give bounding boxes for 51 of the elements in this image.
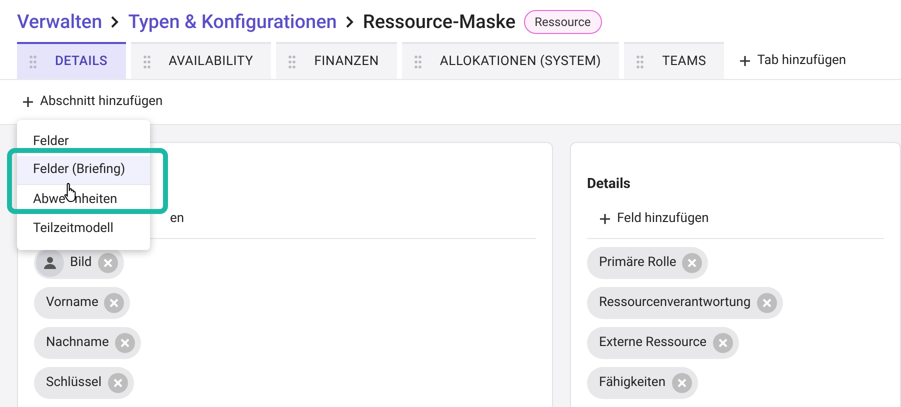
breadcrumb-link[interactable]: Verwalten [17,8,102,36]
tab[interactable]: ALLOKATIONEN (SYSTEM) [402,42,620,79]
person-icon [36,249,64,277]
menu-item[interactable]: Teilzeitmodell [17,214,150,243]
remove-icon[interactable] [114,333,135,353]
add-section-button[interactable]: Abschnitt hinzufügen [22,92,163,112]
remove-icon[interactable] [682,253,702,273]
tab[interactable]: TEAMS [624,42,724,79]
page-title: Ressource-Maske [362,8,516,35]
plus-icon [599,212,611,224]
tab[interactable]: FINANZEN [276,42,397,79]
field-label: Externe Ressource [599,334,707,352]
field-label: Primäre Rolle [599,254,676,272]
field-chip[interactable]: Schlüssel [34,367,134,399]
field-label: Bild [70,254,92,272]
breadcrumb-link[interactable]: Typen & Konfigurationen [128,8,337,36]
chevron-right-icon [110,15,120,29]
field-label: Vorname [46,294,98,312]
field-chip[interactable]: Primäre Rolle [587,247,708,279]
field-label: Fähigkeiten [599,374,666,392]
drag-handle-icon[interactable] [142,54,151,68]
plus-icon [739,54,752,66]
plus-icon [22,96,34,108]
drag-handle-icon[interactable] [414,54,422,68]
field-chip[interactable]: Ressourcenverantwortung [587,287,783,319]
section-title: Details [587,175,630,194]
tab[interactable]: DETAILS [17,42,126,79]
field-chip[interactable]: Vorname [34,287,130,319]
field-label: Nachname [46,334,109,352]
field-chip[interactable]: Externe Ressource [587,327,739,359]
drag-handle-icon[interactable] [636,54,644,68]
remove-icon[interactable] [672,373,692,393]
remove-icon[interactable] [108,373,128,393]
remove-icon[interactable] [98,253,118,273]
field-chip[interactable]: Bild [34,247,124,279]
remove-icon[interactable] [104,293,124,313]
field-chip[interactable]: Nachname [34,327,141,359]
field-chip[interactable]: Fähigkeiten [587,367,698,399]
drag-handle-icon[interactable] [29,54,37,68]
remove-icon[interactable] [756,293,777,313]
drag-handle-icon[interactable] [288,54,296,68]
field-label: Ressourcenverantwortung [599,294,751,312]
remove-icon[interactable] [712,333,733,353]
add-field-button[interactable]: en [170,208,184,228]
type-badge: Ressource [524,10,602,34]
chevron-right-icon [344,15,355,29]
add-field-button[interactable]: Feld hinzufügen [599,208,709,228]
tab[interactable]: AVAILABILITY [130,42,272,79]
menu-item[interactable]: Felder (Briefing) [17,156,150,185]
field-label: Schlüssel [46,374,102,392]
add-tab-button[interactable]: Tab hinzufügen [729,42,856,79]
